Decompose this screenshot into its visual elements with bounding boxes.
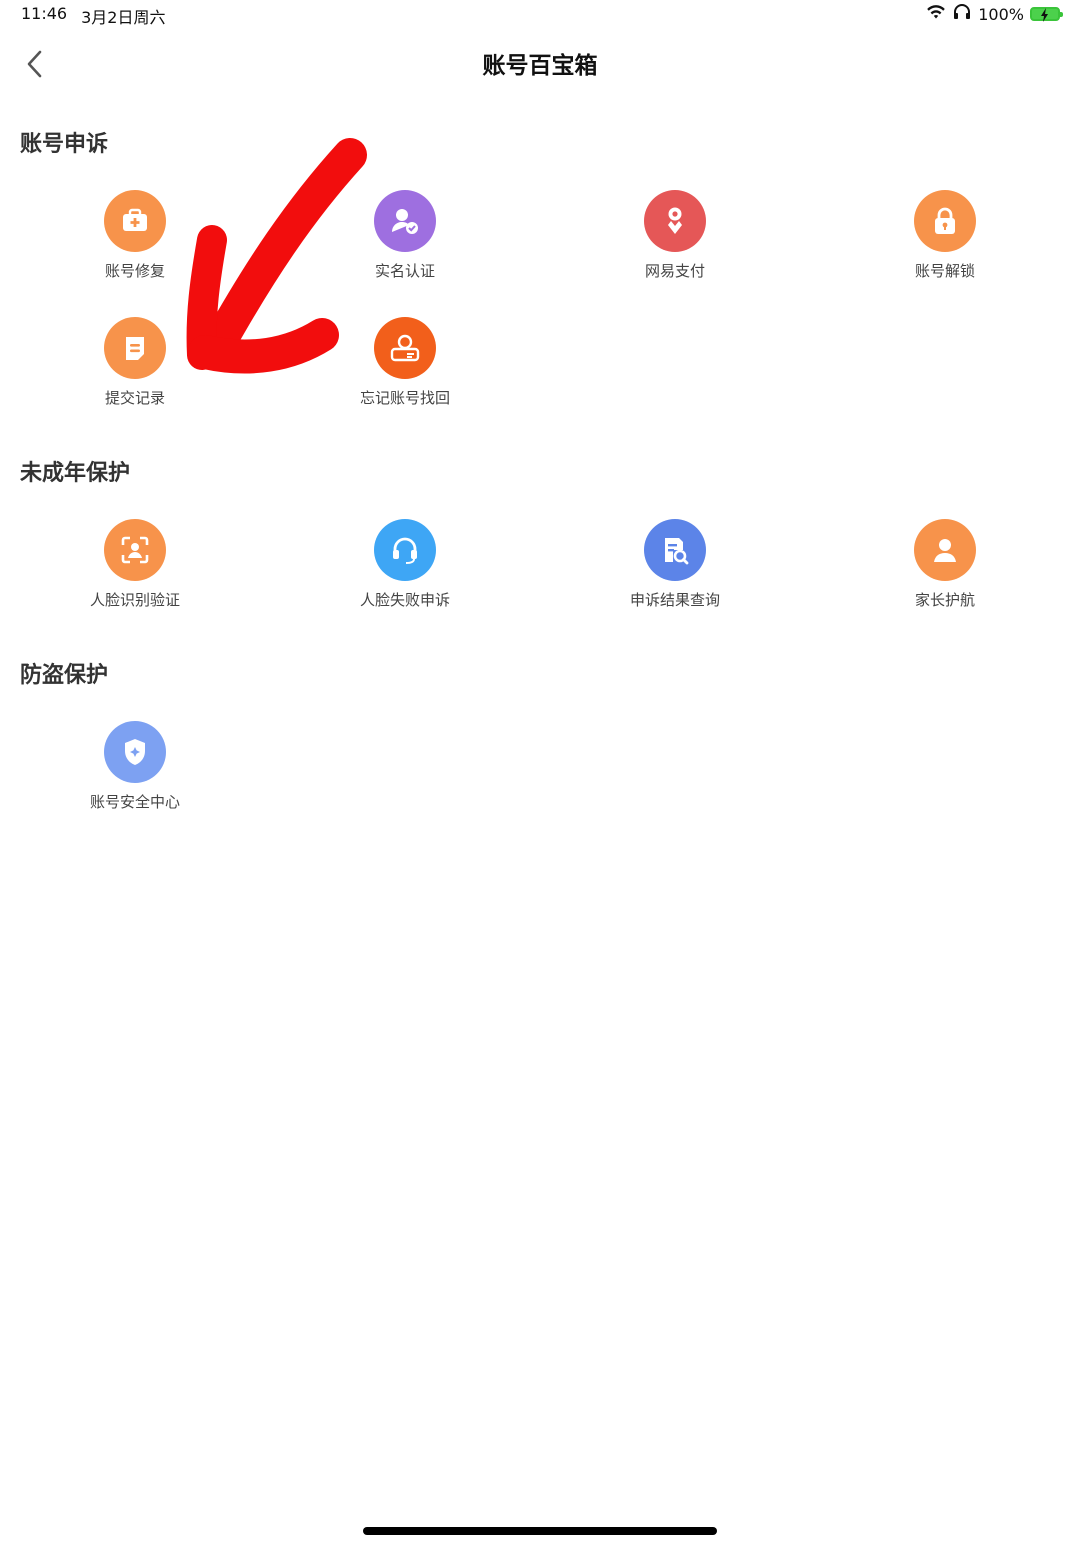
battery-charging-icon xyxy=(1030,7,1063,22)
grid-item-label: 实名认证 xyxy=(374,262,435,280)
status-bar-left: 11:46 3月2日周六 xyxy=(21,4,165,28)
parent-user-icon xyxy=(914,519,976,581)
netease-pay-icon xyxy=(644,190,706,252)
status-time: 11:46 xyxy=(21,4,68,23)
grid-item-label: 人脸识别验证 xyxy=(89,591,180,609)
shield-icon xyxy=(104,721,166,783)
grid-item-face-verify[interactable]: 人脸识别验证 xyxy=(35,519,235,610)
grid-item-label: 申诉结果查询 xyxy=(629,591,720,609)
section-title-minor-protection: 未成年保护 xyxy=(20,461,131,486)
grid-item-netease-pay[interactable]: 网易支付 xyxy=(575,190,775,281)
grid-item-label: 账号修复 xyxy=(104,262,165,280)
search-document-icon xyxy=(644,519,706,581)
account-card-icon xyxy=(374,317,436,379)
status-bar: 11:46 3月2日周六 100% xyxy=(0,0,1080,32)
section-title-anti-theft: 防盗保护 xyxy=(20,663,109,688)
document-icon xyxy=(104,317,166,379)
grid-item-real-name-verify[interactable]: 实名认证 xyxy=(305,190,505,281)
grid-item-parent-guard[interactable]: 家长护航 xyxy=(845,519,1045,610)
grid-item-label: 账号安全中心 xyxy=(89,793,180,811)
headphones-icon xyxy=(952,4,972,24)
grid-item-label: 忘记账号找回 xyxy=(359,389,450,407)
section-title-account-appeal: 账号申诉 xyxy=(20,132,109,157)
grid-item-label: 人脸失败申诉 xyxy=(359,591,450,609)
grid-item-label: 提交记录 xyxy=(104,389,165,407)
home-indicator xyxy=(363,1527,717,1535)
headset-icon xyxy=(374,519,436,581)
grid-item-label: 账号解锁 xyxy=(914,262,975,280)
face-scan-icon xyxy=(104,519,166,581)
battery-percent: 100% xyxy=(978,4,1024,24)
grid-item-face-fail-appeal[interactable]: 人脸失败申诉 xyxy=(305,519,505,610)
lock-icon xyxy=(914,190,976,252)
grid-item-account-repair[interactable]: 账号修复 xyxy=(35,190,235,281)
page-title: 账号百宝箱 xyxy=(482,53,598,79)
medical-kit-icon xyxy=(104,190,166,252)
grid-item-submit-records[interactable]: 提交记录 xyxy=(35,317,235,408)
grid-item-label: 家长护航 xyxy=(914,591,975,609)
grid-item-account-unlock[interactable]: 账号解锁 xyxy=(845,190,1045,281)
status-bar-right: 100% xyxy=(926,4,1063,24)
grid-item-appeal-result-query[interactable]: 申诉结果查询 xyxy=(575,519,775,610)
grid-item-label: 网易支付 xyxy=(644,262,705,280)
nav-bar: 账号百宝箱 xyxy=(0,36,1080,92)
verified-user-icon xyxy=(374,190,436,252)
wifi-icon xyxy=(926,4,946,24)
grid-item-account-security-center[interactable]: 账号安全中心 xyxy=(35,721,235,812)
grid-item-forgot-account[interactable]: 忘记账号找回 xyxy=(305,317,505,408)
status-date: 3月2日周六 xyxy=(81,8,166,27)
